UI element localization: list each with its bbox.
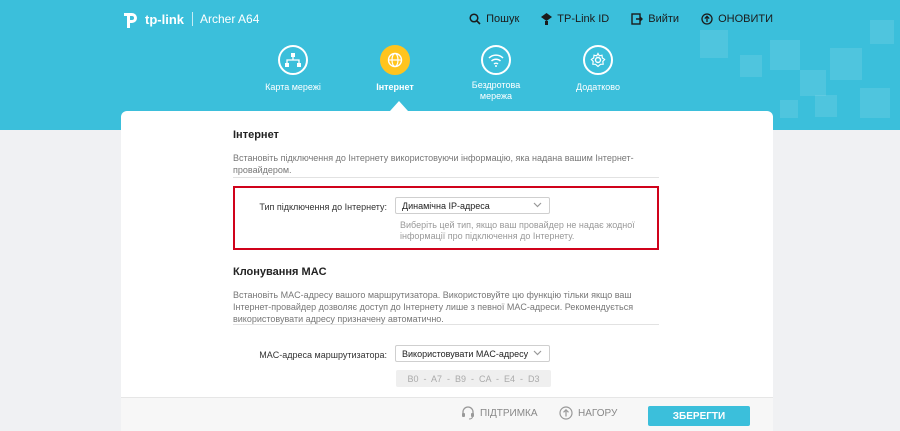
nav-internet[interactable]: Інтернет [340,45,450,93]
headset-icon [462,406,474,420]
logout-icon [631,13,644,25]
nav-network-map[interactable]: Карта мережі [238,45,348,93]
search-link-label: Пошук [486,13,520,25]
mac-clone-section-description: Встановіть MAC-адресу вашого маршрутизат… [233,290,634,324]
internet-section-title: Інтернет [233,129,279,141]
nav-wireless-button [481,45,511,75]
brand-name: tp-link [145,11,184,27]
save-button[interactable]: ЗБЕРЕГТИ [648,406,750,426]
nav-internet-label: Інтернет [376,82,414,92]
tplink-id-link[interactable]: TP-Link ID [541,13,609,25]
nav-advanced[interactable]: Додатково [543,45,653,93]
update-label: ОНОВИТИ [718,13,773,25]
connection-type-value: Динамічна IP-адреса [402,201,490,211]
network-map-icon [285,53,301,67]
support-link[interactable]: ПІДТРИМКА [461,406,538,420]
footer-bar: ПІДТРИМКА НАГОРУ ЗБЕРЕГТИ [121,397,773,431]
main-nav: Карта мережі Інтернет Бездротова мережа … [0,45,900,115]
connection-type-label: Тип підключення до Інтернету: [259,202,387,212]
section-divider [233,177,659,178]
nav-advanced-label: Додатково [576,82,620,92]
back-to-top-link[interactable]: НАГОРУ [559,406,617,420]
nav-wireless[interactable]: Бездротова мережа [441,45,551,102]
chevron-down-icon [533,350,542,356]
connection-type-select[interactable]: Динамічна IP-адреса [395,197,550,214]
mac-address-value: B0 - A7 - B9 - CA - E4 - D3 [407,373,540,384]
top-links: Пошук TP-Link ID Вийти ОНОВИТИ [469,13,773,25]
active-nav-pointer [390,101,408,111]
internet-section-description: Встановіть підключення до Інтернету вико… [233,153,634,175]
nav-wireless-label: Бездротова мережа [471,80,521,101]
tplink-id-icon [541,13,553,25]
model-name: Archer A64 [200,12,260,26]
search-icon [469,13,481,25]
logout-link[interactable]: Вийти [631,13,679,25]
back-to-top-label: НАГОРУ [578,407,618,419]
decor-square [870,20,894,44]
support-label: ПІДТРИМКА [480,407,538,419]
logo-divider [192,12,193,26]
update-icon [701,13,713,25]
arrow-up-icon [559,406,573,420]
search-link[interactable]: Пошук [469,13,519,25]
section-divider [233,324,659,325]
nav-advanced-button [583,45,613,75]
mac-address-field: B0 - A7 - B9 - CA - E4 - D3 [396,370,551,387]
tplink-logo: tp-link Archer A64 [120,8,259,30]
gear-icon [590,52,606,68]
wifi-icon [488,54,504,67]
tplink-logo-icon [124,13,137,28]
connection-type-hint: Виберіть цей тип, якщо ваш провайдер не … [400,220,635,241]
logout-label: Вийти [648,13,680,25]
tplink-id-label: TP-Link ID [557,13,610,25]
nav-internet-button [380,45,410,75]
nav-network-map-label: Карта мережі [265,82,321,92]
update-link[interactable]: ОНОВИТИ [701,13,773,25]
router-mac-select[interactable]: Використовувати MAC-адресу [395,345,550,362]
mac-clone-section-title: Клонування MAC [233,266,327,278]
globe-icon [387,52,403,68]
router-mac-value: Використовувати MAC-адресу [402,349,529,359]
router-mac-label: MAC-адреса маршрутизатора: [259,350,387,360]
nav-network-map-button [278,45,308,75]
chevron-down-icon [533,202,542,208]
